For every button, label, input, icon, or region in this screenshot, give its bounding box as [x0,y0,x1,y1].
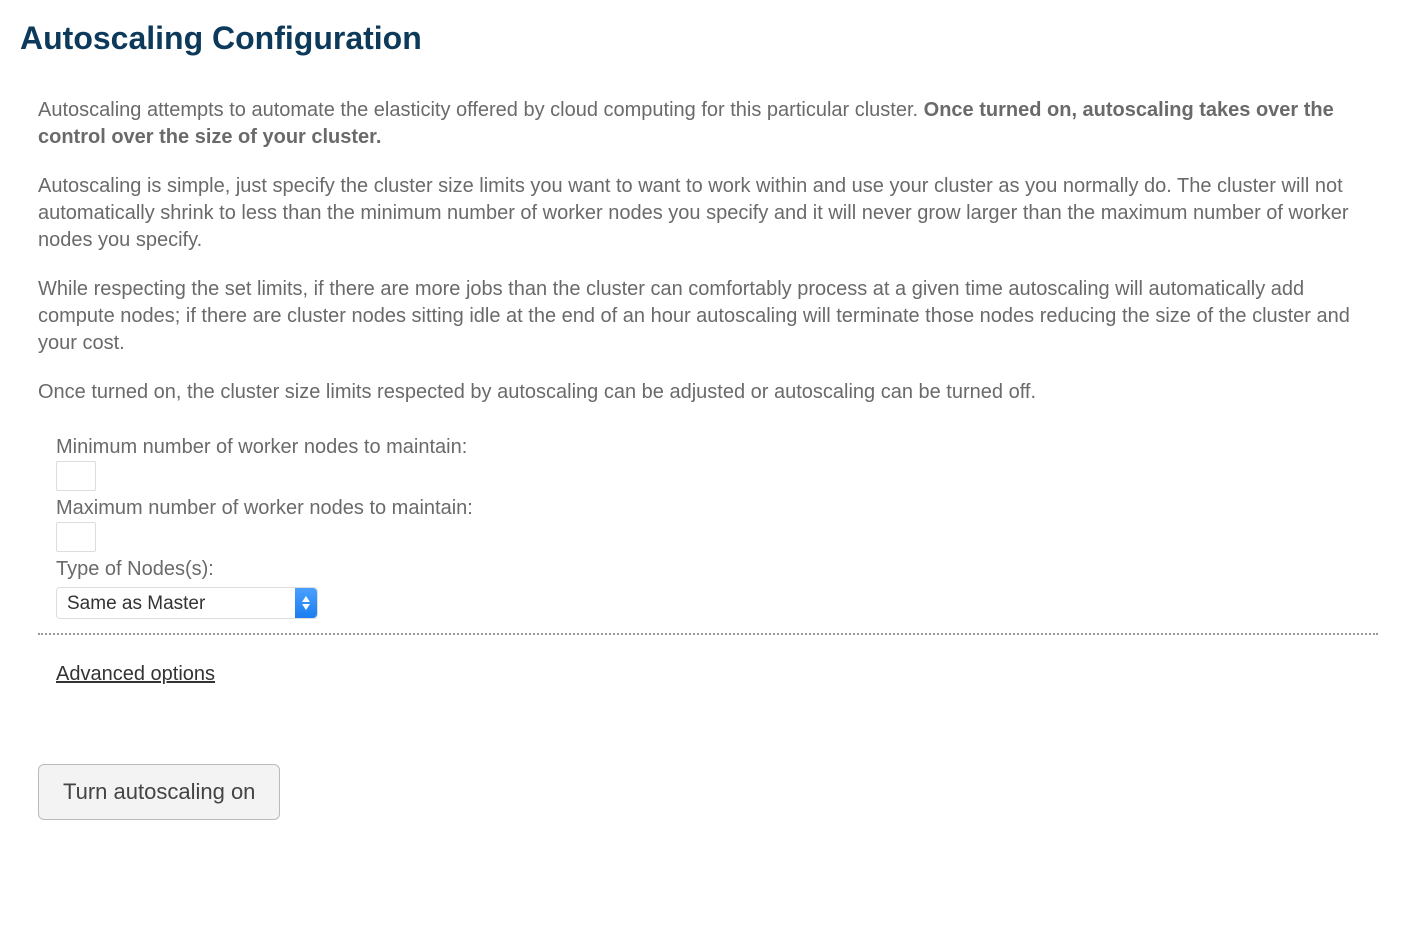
divider [38,633,1378,635]
description-paragraph-2: Autoscaling is simple, just specify the … [38,173,1378,254]
node-type-select[interactable]: Same as Master [56,587,318,619]
turn-autoscaling-on-button[interactable]: Turn autoscaling on [38,764,280,820]
description-paragraph-4: Once turned on, the cluster size limits … [38,379,1378,406]
node-type-select-wrap: Same as Master [56,587,318,619]
p1-text: Autoscaling attempts to automate the ela… [38,99,924,121]
description-paragraph-1: Autoscaling attempts to automate the ela… [38,97,1378,151]
form-area: Minimum number of worker nodes to mainta… [38,436,1378,820]
min-nodes-label: Minimum number of worker nodes to mainta… [56,436,1378,459]
min-nodes-input[interactable] [56,461,96,491]
max-nodes-input[interactable] [56,522,96,552]
content-area: Autoscaling attempts to automate the ela… [20,97,1386,820]
page-title: Autoscaling Configuration [20,20,1386,57]
node-type-label: Type of Nodes(s): [56,558,1378,581]
advanced-options-link[interactable]: Advanced options [56,663,215,686]
max-nodes-label: Maximum number of worker nodes to mainta… [56,497,1378,520]
description-section: Autoscaling attempts to automate the ela… [38,97,1378,406]
description-paragraph-3: While respecting the set limits, if ther… [38,276,1378,357]
